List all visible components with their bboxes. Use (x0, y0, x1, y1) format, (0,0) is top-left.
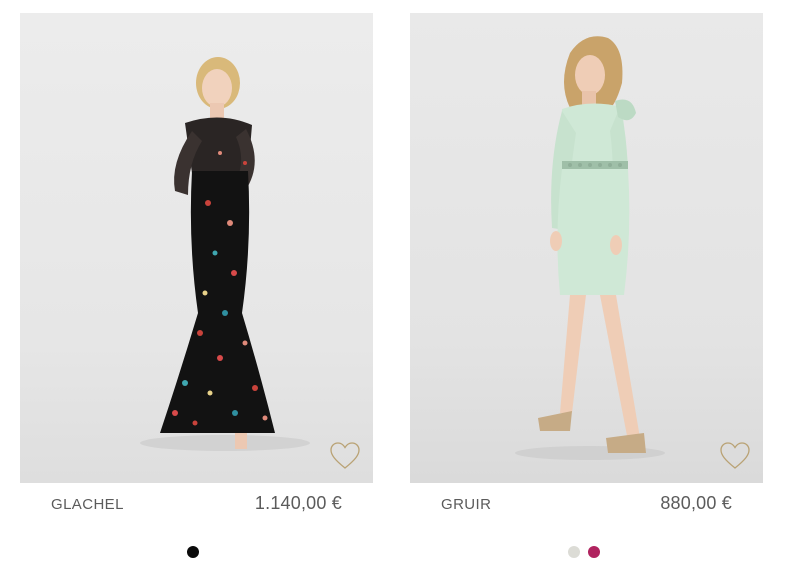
product-card-gruir: GRUIR 880,00 € (410, 13, 763, 525)
model-black-floral-gown-image (140, 57, 310, 451)
product-name[interactable]: GRUIR (441, 496, 491, 513)
color-swatch-black[interactable] (187, 546, 199, 558)
heart-outline-icon[interactable] (719, 441, 751, 471)
product-price: 1.140,00 € (254, 493, 342, 513)
model-mint-cocktail-dress-image (515, 36, 665, 460)
product-info: GLACHEL 1.140,00 € (20, 483, 373, 525)
color-swatch-fuchsia[interactable] (588, 546, 600, 558)
color-swatches (568, 546, 600, 558)
product-card-glachel: GLACHEL 1.140,00 € (20, 13, 373, 525)
product-grid: GLACHEL 1.140,00 € GRUIR 880,00 € (0, 0, 798, 563)
heart-outline-icon[interactable] (329, 441, 361, 471)
color-swatch-ivory[interactable] (568, 546, 580, 558)
color-swatches (187, 546, 199, 558)
product-image[interactable] (20, 13, 373, 483)
product-price: 880,00 € (660, 493, 732, 513)
product-image[interactable] (410, 13, 763, 483)
product-info: GRUIR 880,00 € (410, 483, 763, 525)
product-name[interactable]: GLACHEL (51, 496, 124, 513)
